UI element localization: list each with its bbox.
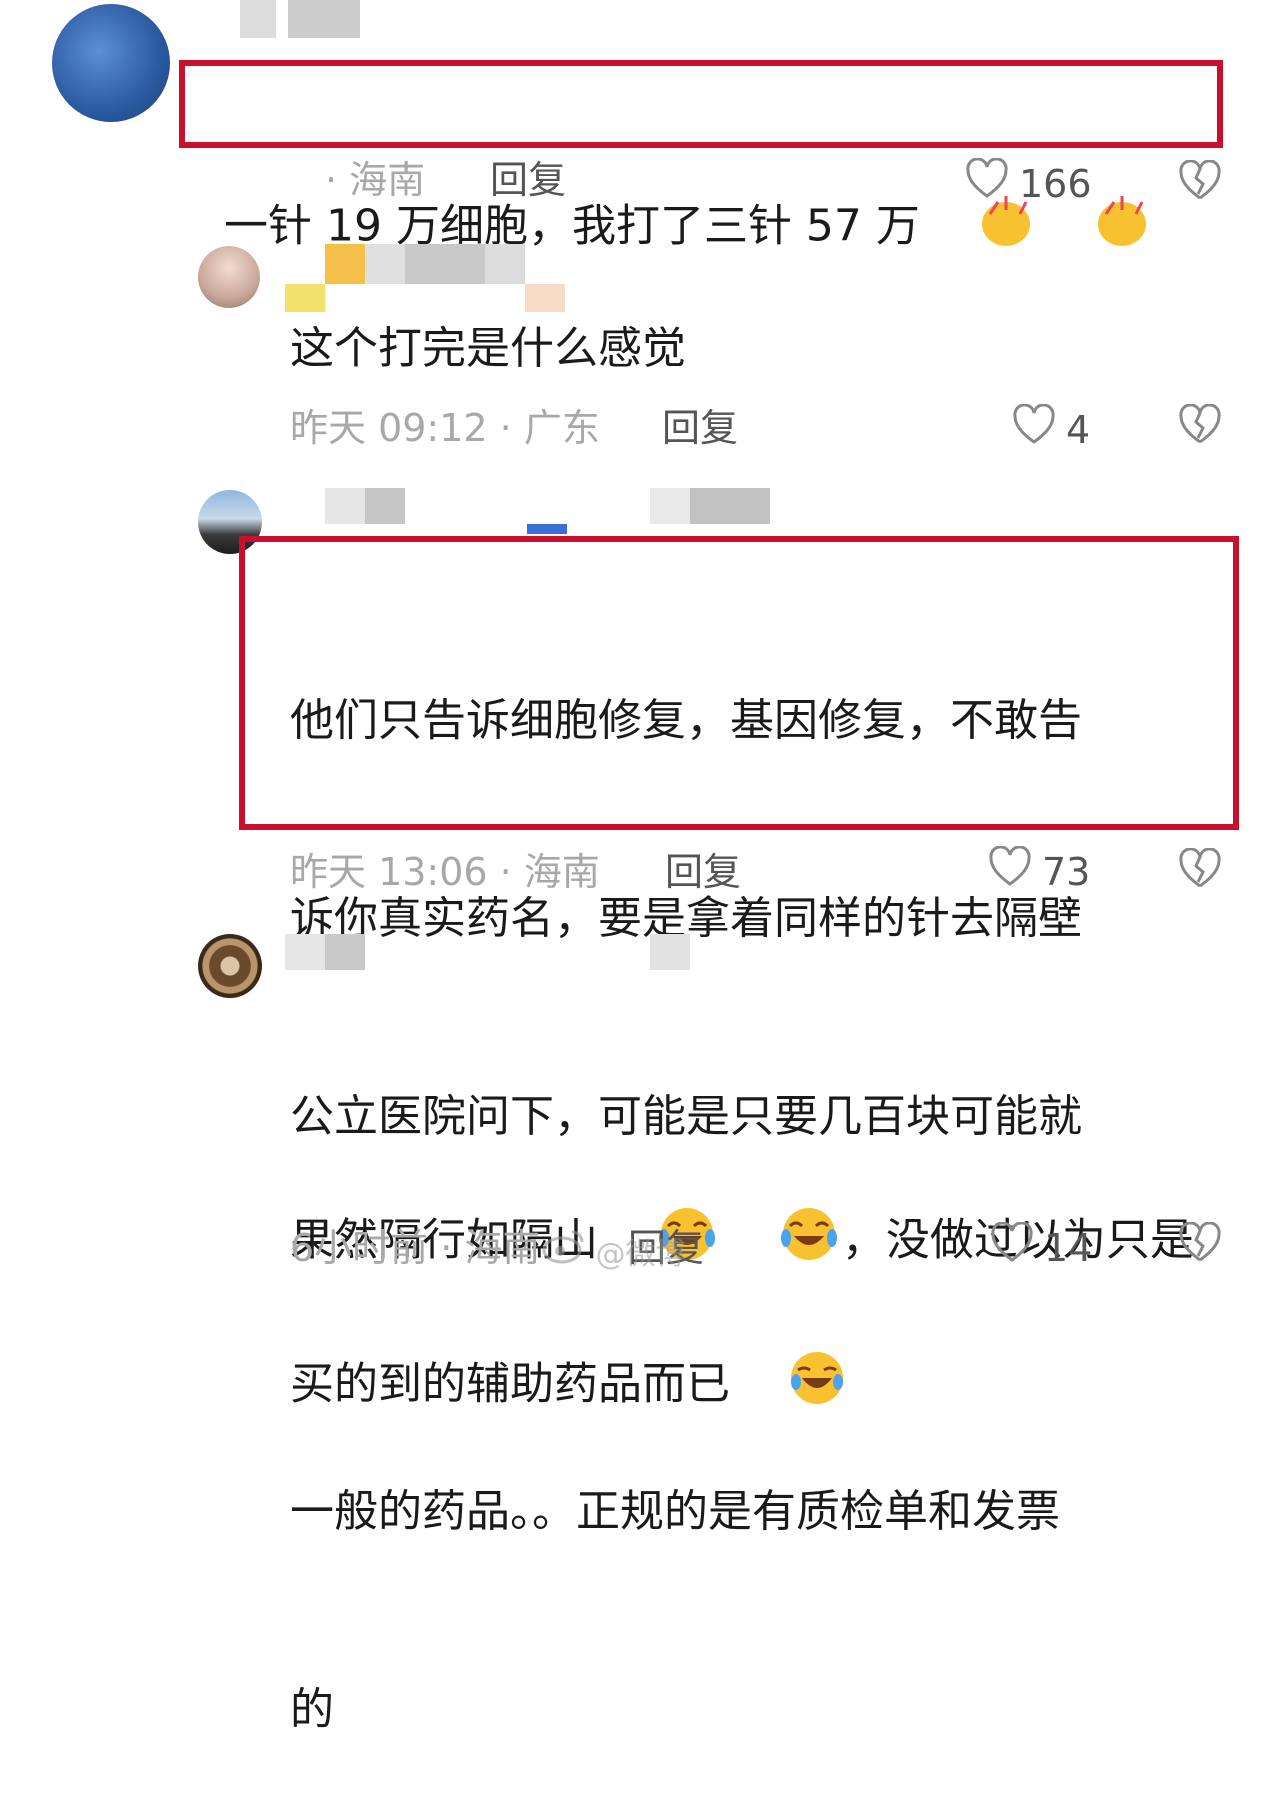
broken-heart-icon[interactable]: [1178, 403, 1222, 450]
broken-heart-icon[interactable]: [1178, 1221, 1222, 1268]
comment-meta: 昨天 09:12 · 广东: [290, 406, 600, 450]
username-blurred[interactable]: [285, 934, 690, 972]
tears-of-joy-icon: [720, 1138, 842, 1347]
heart-icon: [1012, 403, 1056, 455]
comment-line: 一般的药品。。正规的是有质检单和发票: [290, 1486, 1060, 1537]
like-count: 14: [1044, 1225, 1093, 1270]
like-button[interactable]: 4: [1012, 403, 1091, 455]
comment-text: 这个打完是什么感觉: [290, 323, 686, 374]
comment-line: 的: [290, 1684, 334, 1735]
reply-button[interactable]: 回复: [662, 406, 738, 450]
avatar[interactable]: [198, 934, 262, 998]
username-blurred[interactable]: [240, 0, 360, 38]
watermark-text: @微博: [595, 1237, 686, 1272]
like-count: 4: [1066, 407, 1091, 452]
username-blurred[interactable]: [285, 244, 565, 314]
comment-meta: · 海南: [325, 158, 426, 202]
like-count: 73: [1042, 849, 1091, 894]
comment-line: 他们只告诉细胞修复，基因修复，不敢告: [290, 695, 1082, 746]
comment-text: 果然隔行如隔山 ，没做过以为只是 一般的药品。。正规的是有质检单和发票 的: [290, 1006, 1194, 1809]
comment-meta: 6小时前 · 海南: [290, 1226, 541, 1270]
heart-icon: [965, 157, 1009, 209]
heart-icon: [990, 1221, 1034, 1273]
watermark: @微博: [540, 1228, 686, 1273]
avatar[interactable]: [52, 4, 170, 122]
comment-meta: 昨天 13:06 · 海南: [290, 850, 600, 894]
like-button[interactable]: 14: [990, 1221, 1093, 1273]
like-button[interactable]: 166: [965, 157, 1092, 209]
avatar[interactable]: [198, 246, 260, 308]
reply-button[interactable]: 回复: [490, 158, 566, 202]
reply-button[interactable]: 回复: [665, 850, 741, 894]
like-count: 166: [1019, 161, 1092, 206]
broken-heart-icon[interactable]: [1178, 159, 1222, 206]
heart-icon: [988, 845, 1032, 897]
like-button[interactable]: 73: [988, 845, 1091, 897]
weibo-logo-icon: [540, 1230, 586, 1272]
broken-heart-icon[interactable]: [1178, 847, 1222, 894]
